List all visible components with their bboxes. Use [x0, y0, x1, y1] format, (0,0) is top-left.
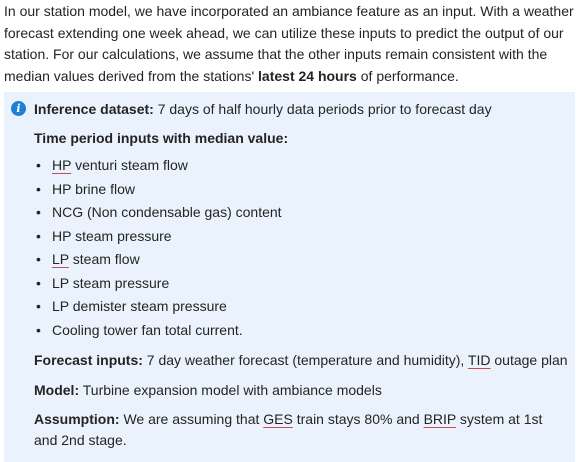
bullet-icon: •	[36, 274, 41, 291]
list-item-text: Cooling tower fan total current.	[52, 321, 243, 338]
info-icon: i	[11, 101, 26, 116]
tid-term: TID	[467, 352, 491, 368]
bullet-icon: •	[36, 227, 41, 244]
list-item-text: LP steam pressure	[52, 274, 170, 291]
list-item-text: venturi steam flow	[71, 157, 188, 173]
list-item: • NCG (Non condensable gas) content	[36, 202, 282, 222]
inference-label: Inference dataset:	[34, 101, 154, 117]
list-item-text: HP steam pressure	[52, 227, 172, 244]
bullet-icon: •	[36, 298, 41, 314]
bullet-icon: •	[36, 180, 41, 197]
intro-bold-text: latest 24 hours	[258, 67, 357, 84]
list-item: • LP demister steam pressure	[36, 296, 227, 316]
info-callout: i Inference dataset: 7 days of half hour…	[4, 92, 575, 462]
list-item-text: NCG (Non condensable gas) content	[52, 204, 282, 220]
forecast-text-end: outage plan	[490, 352, 568, 368]
time-period-heading: Time period inputs with median value:	[34, 128, 288, 148]
bullet-icon: •	[36, 204, 41, 220]
model-line: Model: Turbine expansion model with ambi…	[34, 380, 382, 400]
inference-text: 7 days of half hourly data periods prior…	[153, 101, 492, 117]
intro-paragraph: In our station model, we have incorporat…	[4, 1, 576, 87]
bullet-icon: •	[36, 157, 41, 173]
list-item-text: LP demister steam pressure	[52, 298, 227, 314]
assumption-text-mid: train stays 80% and	[292, 411, 424, 427]
assumption-label: Assumption:	[34, 411, 120, 427]
list-item: • HP steam pressure	[36, 226, 172, 246]
time-period-heading-text: Time period inputs with median value:	[34, 130, 289, 146]
brip-term: BRIP	[423, 411, 457, 427]
ges-term: GES	[263, 411, 293, 427]
inference-dataset-line: Inference dataset: 7 days of half hourly…	[34, 99, 492, 119]
intro-text-end: of performance.	[356, 67, 459, 84]
model-label: Model:	[34, 382, 80, 398]
forecast-inputs-line: Forecast inputs: 7 day weather forecast …	[34, 350, 568, 370]
list-item: • Cooling tower fan total current.	[36, 320, 243, 340]
bullet-icon: •	[36, 321, 41, 338]
assumption-text: We are assuming that	[119, 411, 264, 427]
list-item: • HP venturi steam flow	[36, 155, 188, 175]
list-item-term: LP	[52, 251, 69, 267]
forecast-label: Forecast inputs:	[34, 352, 143, 368]
model-text: Turbine expansion model with ambiance mo…	[79, 382, 382, 398]
list-item: • LP steam pressure	[36, 273, 170, 293]
list-item-term: HP	[52, 157, 72, 173]
list-item: • HP brine flow	[36, 179, 136, 199]
list-item-text: steam flow	[68, 251, 140, 267]
bullet-icon: •	[36, 251, 41, 267]
forecast-text: 7 day weather forecast (temperature and …	[142, 352, 468, 368]
list-item-text: HP brine flow	[52, 180, 136, 197]
list-item: • LP steam flow	[36, 249, 140, 269]
assumption-line: Assumption: We are assuming that GES tra…	[34, 409, 564, 451]
